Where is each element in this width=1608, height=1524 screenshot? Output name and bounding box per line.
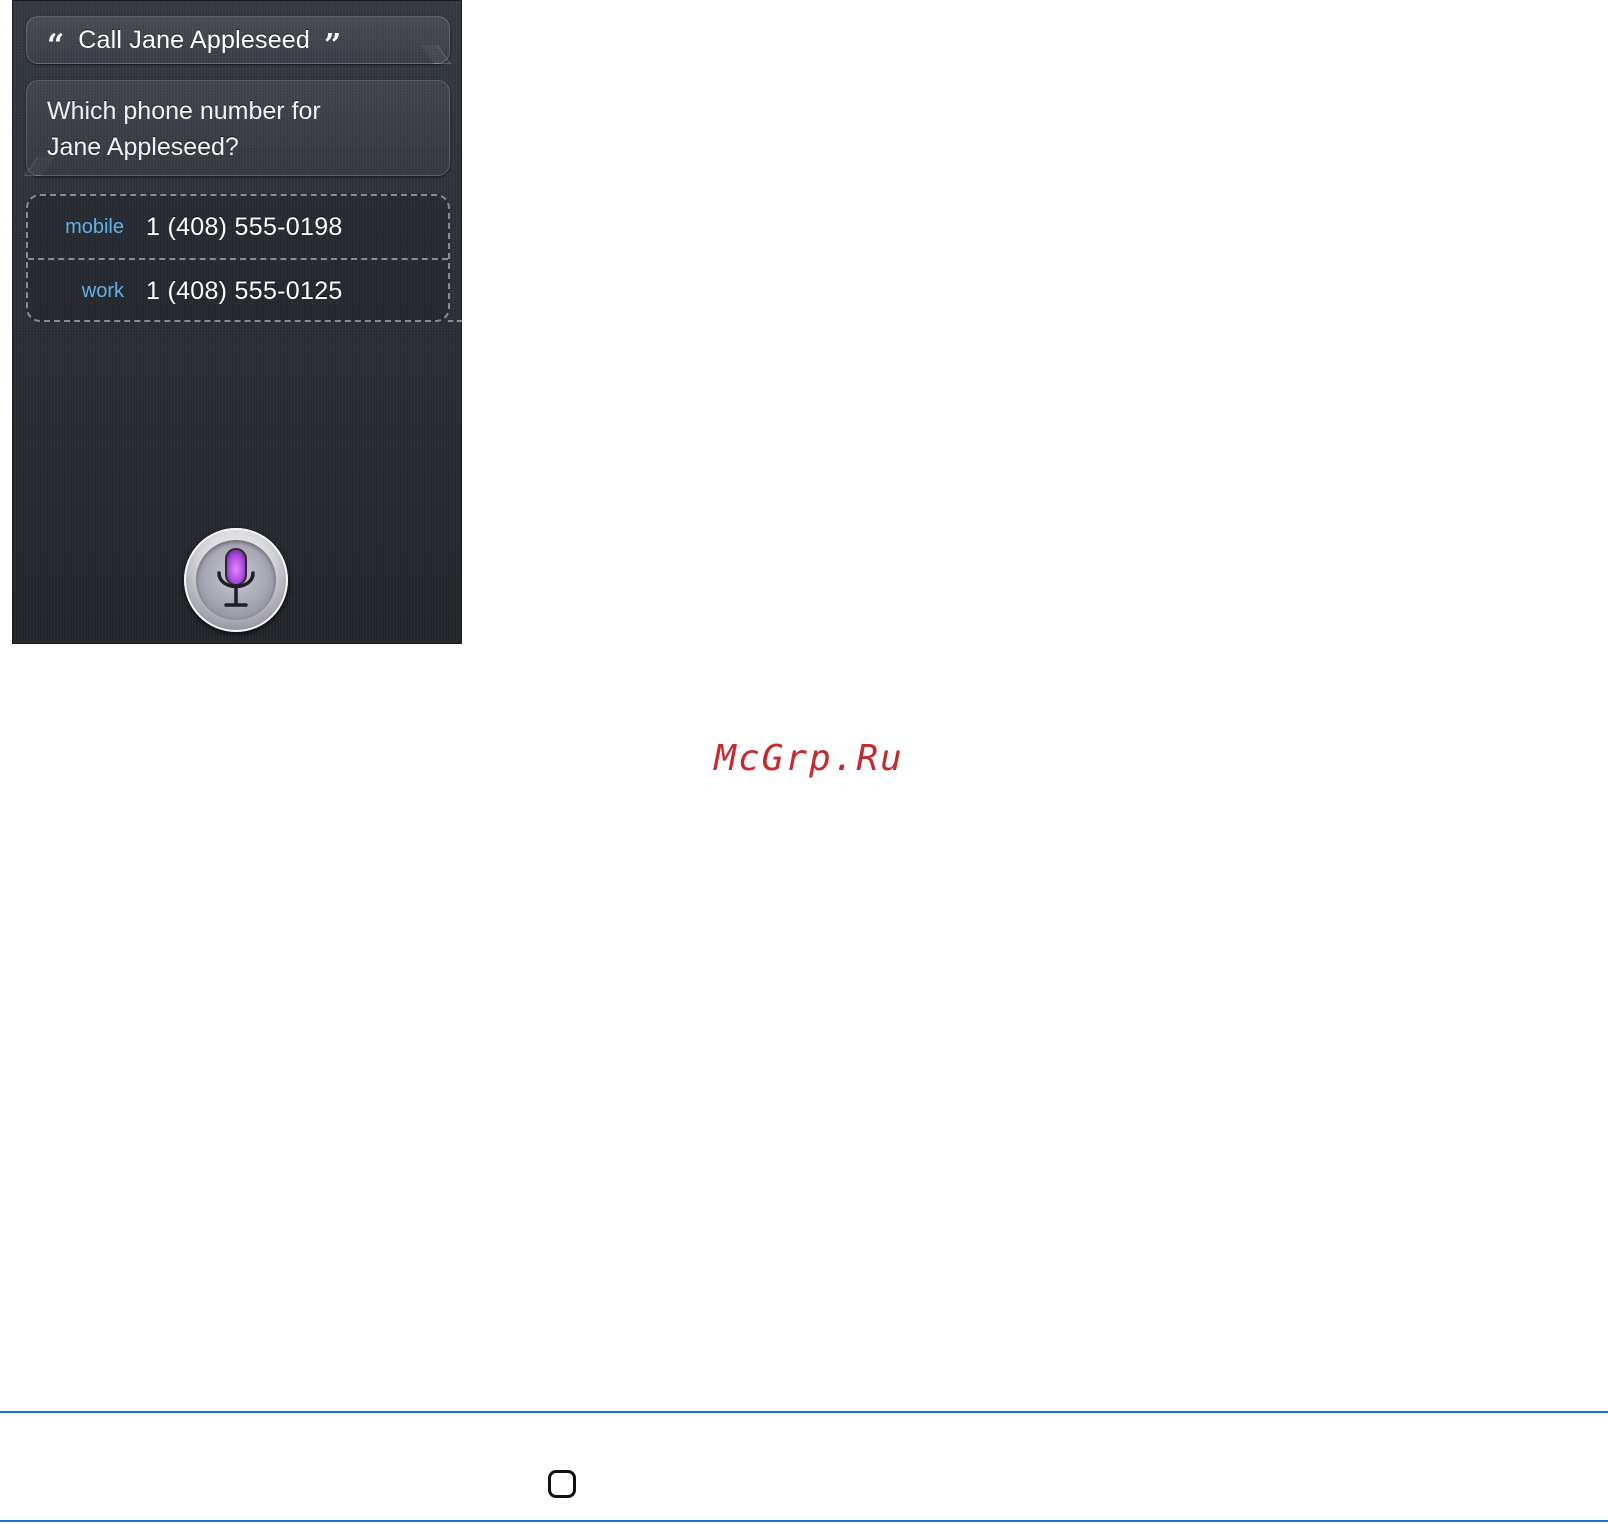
siri-reply-bubble: Which phone number for Jane Appleseed? xyxy=(24,80,450,176)
phone-number-value: 1 (408) 555-0198 xyxy=(146,212,343,241)
phone-number-label: work xyxy=(81,279,124,302)
siri-reply-text: Which phone number for Jane Appleseed? xyxy=(47,97,321,161)
phone-number-list: mobile 1 (408) 555-0198 work 1 (408) 555… xyxy=(26,194,462,322)
phone-number-label: mobile xyxy=(65,215,124,238)
open-quote-icon: “ xyxy=(47,28,65,63)
footer-rule-top xyxy=(0,1411,1608,1413)
reply-bubble-tail xyxy=(24,157,55,176)
numbers-box-tail xyxy=(448,304,462,322)
user-request-text: Call Jane Appleseed xyxy=(78,25,311,54)
mic-button-face xyxy=(196,540,276,620)
siri-screenshot: “ Call Jane Appleseed ” Which phone numb… xyxy=(12,0,462,644)
phone-number-value: 1 (408) 555-0125 xyxy=(146,276,343,305)
phone-number-row-work[interactable]: work 1 (408) 555-0125 xyxy=(28,258,448,322)
home-button-icon xyxy=(548,1470,576,1498)
user-speech-bubble: “ Call Jane Appleseed ” xyxy=(26,16,451,64)
footer-rule-bottom xyxy=(0,1520,1608,1522)
speech-bubble-tail xyxy=(420,45,451,64)
phone-number-row-mobile[interactable]: mobile 1 (408) 555-0198 xyxy=(28,196,448,258)
siri-mic-button[interactable] xyxy=(184,528,288,632)
microphone-icon xyxy=(217,548,255,607)
close-quote-icon: ” xyxy=(324,28,342,63)
watermark-text: McGrp.Ru xyxy=(714,738,904,779)
